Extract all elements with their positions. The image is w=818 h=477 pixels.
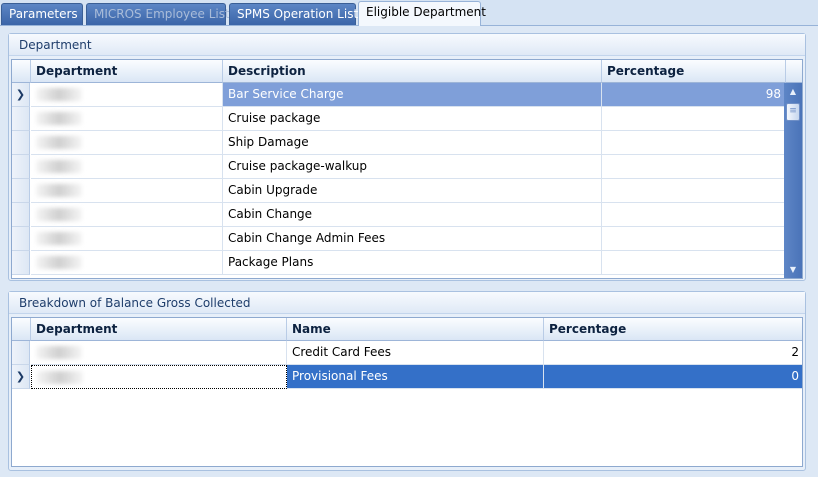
department-cell[interactable]	[31, 83, 223, 107]
row-selector[interactable]	[12, 155, 30, 179]
redacted-value	[36, 136, 82, 149]
row-selector[interactable]	[12, 131, 30, 155]
column-header-department[interactable]: Department	[31, 60, 223, 83]
department-cell[interactable]	[31, 251, 223, 275]
percentage-cell[interactable]	[602, 155, 786, 179]
description-cell[interactable]: Cruise package-walkup	[223, 155, 602, 179]
redacted-value	[36, 160, 82, 173]
department-cell[interactable]	[31, 155, 223, 179]
department-group-title: Department	[9, 34, 805, 56]
tab-parameters[interactable]: Parameters	[1, 3, 83, 25]
redacted-value	[36, 112, 82, 125]
table-row[interactable]: Package Plans	[12, 251, 786, 275]
department-cell[interactable]	[31, 131, 223, 155]
breakdown-group-title: Breakdown of Balance Gross Collected	[9, 292, 805, 314]
row-selector[interactable]	[12, 179, 30, 203]
percentage-cell[interactable]: 0	[544, 365, 802, 389]
column-header-name[interactable]: Name	[287, 318, 544, 341]
row-selector[interactable]	[12, 107, 30, 131]
tab-page-eligible-department: Department Department Description Percen…	[0, 25, 818, 477]
table-row[interactable]: Cruise package-walkup	[12, 155, 786, 179]
department-cell[interactable]	[31, 107, 223, 131]
table-row[interactable]: ❯ Provisional Fees 0	[12, 365, 802, 389]
table-row[interactable]: Cabin Upgrade	[12, 179, 786, 203]
header-corner	[786, 60, 802, 83]
department-cell[interactable]	[31, 179, 223, 203]
breakdown-grid-header: Department Name Percentage	[12, 318, 802, 341]
description-cell[interactable]: Cabin Change Admin Fees	[223, 227, 602, 251]
row-selector[interactable]	[12, 251, 30, 275]
name-cell[interactable]: Credit Card Fees	[287, 341, 544, 365]
percentage-cell[interactable]	[602, 227, 786, 251]
description-cell[interactable]: Bar Service Charge	[223, 83, 602, 107]
column-header-description[interactable]: Description	[223, 60, 602, 83]
percentage-cell[interactable]: 98	[602, 83, 786, 107]
chevron-right-icon[interactable]: ❯	[12, 365, 30, 389]
table-row[interactable]: Ship Damage	[12, 131, 786, 155]
table-row[interactable]: Cruise package	[12, 107, 786, 131]
tab-eligible-department[interactable]: Eligible Department	[358, 1, 486, 26]
redacted-value	[36, 256, 82, 269]
column-header-percentage[interactable]: Percentage	[602, 60, 786, 83]
scroll-thumb-grip-icon[interactable]: ≡	[786, 103, 800, 121]
department-group: Department Department Description Percen…	[8, 33, 806, 281]
tab-micros-employee-list: MICROS Employee List	[86, 3, 230, 25]
department-cell[interactable]	[31, 341, 287, 365]
percentage-cell[interactable]	[602, 131, 786, 155]
department-cell[interactable]	[31, 365, 287, 389]
redacted-value	[36, 346, 82, 359]
row-selector[interactable]	[12, 227, 30, 251]
table-row[interactable]: Cabin Change Admin Fees	[12, 227, 786, 251]
description-cell[interactable]: Package Plans	[223, 251, 602, 275]
tab-strip: Parameters MICROS Employee List SPMS Ope…	[0, 0, 818, 26]
percentage-cell[interactable]	[602, 251, 786, 275]
description-cell[interactable]: Cabin Change	[223, 203, 602, 227]
percentage-cell[interactable]	[602, 107, 786, 131]
vertical-scrollbar[interactable]: ▲ ≡ ▼	[784, 83, 802, 278]
row-selector[interactable]	[12, 203, 30, 227]
scroll-down-arrow-icon[interactable]: ▼	[784, 261, 802, 278]
department-grid[interactable]: Department Description Percentage ❯ Bar …	[11, 59, 803, 279]
name-cell[interactable]: Provisional Fees	[287, 365, 544, 389]
description-cell[interactable]: Cruise package	[223, 107, 602, 131]
tab-spms-operation-list[interactable]: SPMS Operation List	[229, 3, 358, 25]
redacted-value	[37, 371, 83, 384]
department-cell[interactable]	[31, 227, 223, 251]
department-cell[interactable]	[31, 203, 223, 227]
breakdown-grid[interactable]: Department Name Percentage Credit Card F…	[11, 317, 803, 467]
description-cell[interactable]: Cabin Upgrade	[223, 179, 602, 203]
row-selector-header	[12, 60, 31, 83]
redacted-value	[36, 232, 82, 245]
percentage-cell[interactable]	[602, 179, 786, 203]
chevron-right-icon[interactable]: ❯	[12, 83, 30, 107]
table-row[interactable]: Cabin Change	[12, 203, 786, 227]
redacted-value	[36, 184, 82, 197]
percentage-cell[interactable]: 2	[544, 341, 802, 365]
description-cell[interactable]: Ship Damage	[223, 131, 602, 155]
scroll-up-arrow-icon[interactable]: ▲	[784, 83, 802, 100]
table-row[interactable]: ❯ Bar Service Charge 98	[12, 83, 786, 107]
redacted-value	[36, 88, 82, 101]
row-selector[interactable]	[12, 341, 30, 365]
table-row[interactable]: Credit Card Fees 2	[12, 341, 802, 365]
column-header-department[interactable]: Department	[31, 318, 287, 341]
column-header-percentage[interactable]: Percentage	[544, 318, 802, 341]
percentage-cell[interactable]	[602, 203, 786, 227]
redacted-value	[36, 208, 82, 221]
department-grid-header: Department Description Percentage	[12, 60, 802, 83]
breakdown-group: Breakdown of Balance Gross Collected Dep…	[8, 291, 806, 471]
row-selector-header	[12, 318, 31, 341]
